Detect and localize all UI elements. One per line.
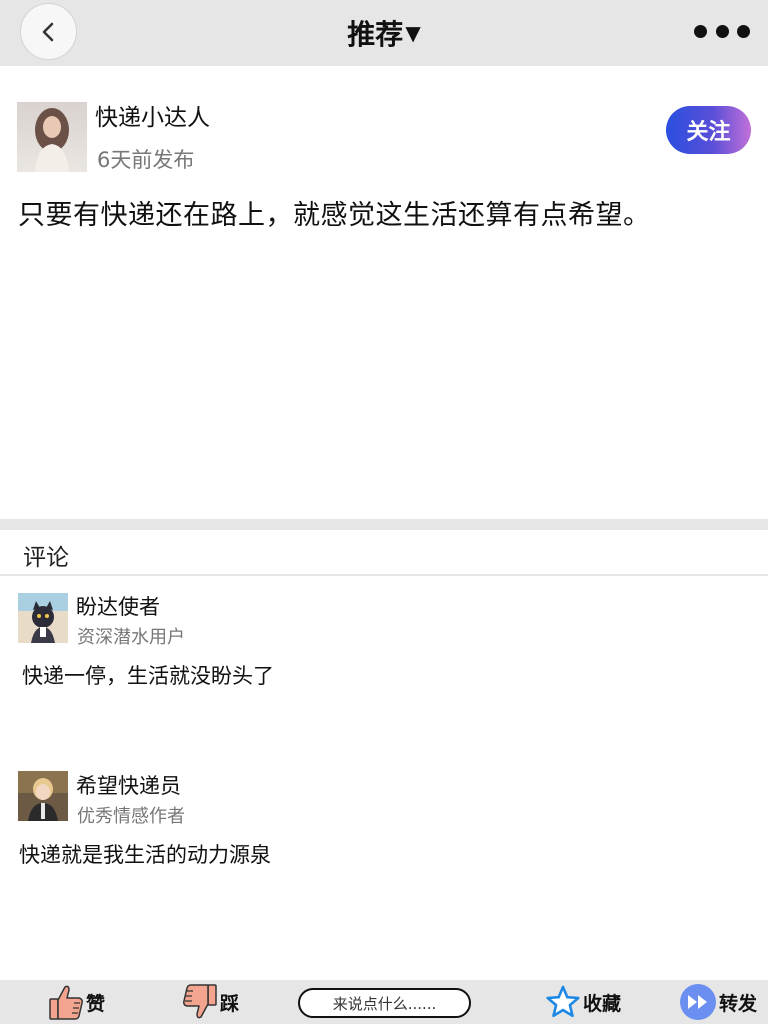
comments-heading: 评论: [23, 545, 69, 571]
more-dot-icon: [694, 24, 707, 38]
favorite-button[interactable]: 收藏: [545, 980, 621, 1024]
post-time: 6天前发布: [97, 148, 195, 172]
section-divider: [0, 519, 768, 530]
post-content: 只要有快递还在路上，就感觉这生活还算有点希望。: [18, 200, 651, 231]
dislike-button[interactable]: 踩: [182, 980, 239, 1024]
forward-icon: [680, 984, 716, 1020]
dropdown-caret-icon[interactable]: ▼: [405, 21, 420, 45]
comments-divider: [0, 574, 768, 576]
avatar-image: [18, 771, 68, 821]
more-dot-icon: [715, 24, 729, 38]
author-name[interactable]: 快递小达人: [95, 98, 210, 132]
star-icon: [546, 985, 580, 1018]
chevron-left-icon: [42, 22, 53, 41]
bottom-action-bar: 赞 踩 来说点什么...... 收藏 转发: [0, 980, 768, 1024]
author-avatar[interactable]: [17, 102, 87, 172]
more-dot-icon: [737, 24, 750, 38]
avatar-image: [17, 102, 87, 172]
more-options-button[interactable]: [690, 18, 754, 44]
like-button[interactable]: 赞: [48, 980, 105, 1024]
comment-text: 快递就是我生活的动力源泉: [19, 843, 271, 867]
page-title[interactable]: 推荐: [347, 13, 403, 53]
share-label: 转发: [719, 992, 758, 1015]
comment-text: 快递一停，生活就没盼头了: [22, 664, 274, 688]
share-button[interactable]: 转发: [679, 980, 757, 1024]
commenter-badge: 优秀情感作者: [77, 806, 185, 827]
thumbs-down-icon: [183, 984, 217, 1019]
commenter-badge: 资深潜水用户: [77, 627, 185, 648]
commenter-avatar[interactable]: [18, 771, 68, 821]
commenter-name[interactable]: 希望快递员: [76, 770, 181, 800]
thumbs-up-icon: [49, 985, 83, 1020]
commenter-avatar[interactable]: [18, 593, 68, 643]
follow-button[interactable]: 关注: [666, 106, 751, 154]
commenter-name[interactable]: 盼达使者: [76, 591, 160, 621]
like-label: 赞: [86, 992, 106, 1015]
favorite-label: 收藏: [583, 992, 622, 1015]
comment-input[interactable]: 来说点什么......: [298, 988, 471, 1018]
avatar-image: [18, 593, 68, 643]
top-bar: 推荐 ▼: [0, 0, 768, 66]
back-button[interactable]: [20, 3, 77, 60]
dislike-label: 踩: [220, 992, 240, 1015]
